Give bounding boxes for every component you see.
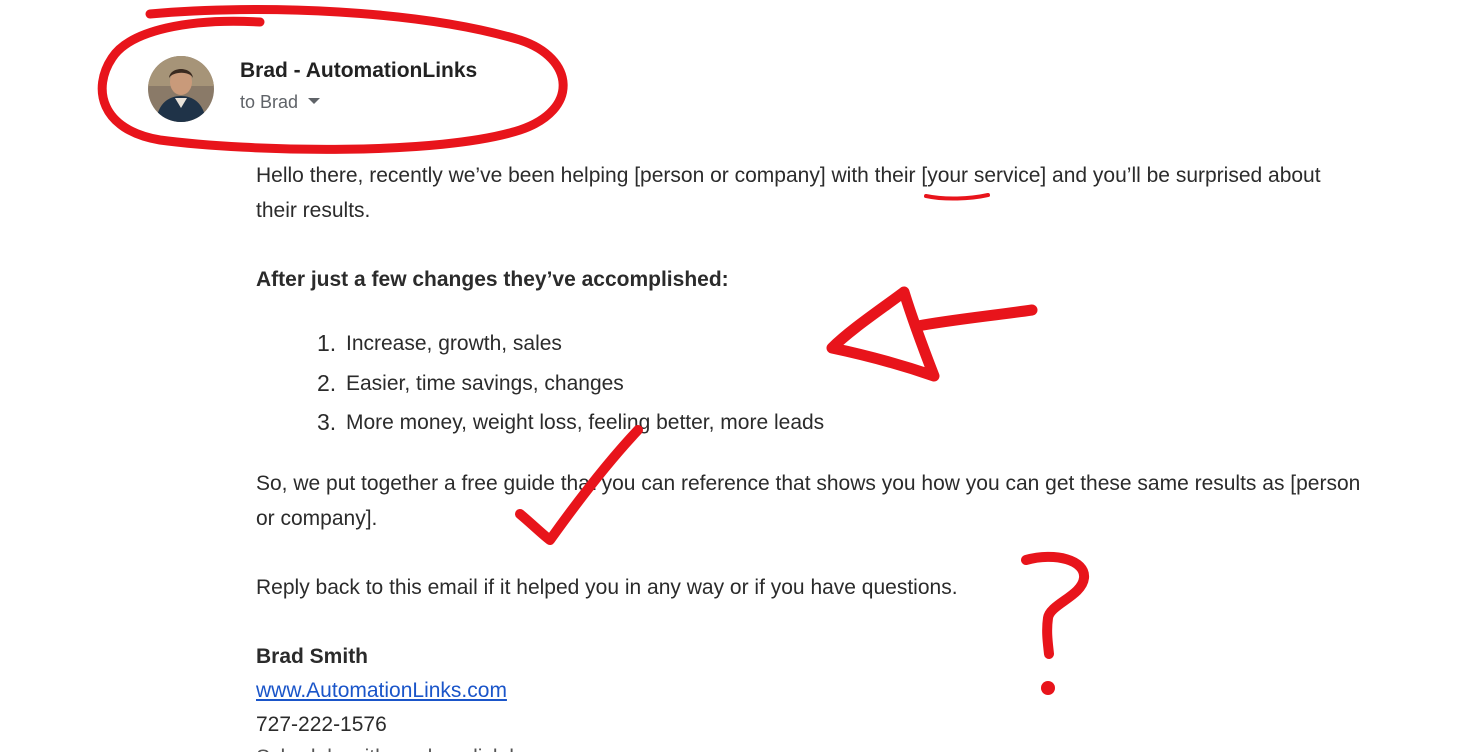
caret-down-icon[interactable] (308, 98, 321, 105)
list-item: 1. Increase, growth, sales (256, 324, 1056, 364)
list-number: 1. (317, 330, 337, 356)
list-item: 2. Easier, time savings, changes (256, 364, 1056, 404)
list-item: 3. More money, weight loss, feeling bett… (256, 403, 1056, 443)
list-text: Easier, time savings, changes (346, 371, 624, 395)
intro-paragraph: Hello there, recently we’ve been helping… (256, 164, 1321, 222)
question-dot-annotation (1041, 681, 1055, 695)
recipient-dropdown[interactable]: to Brad (240, 92, 321, 113)
accomplishments-list: 1. Increase, growth, sales 2. Easier, ti… (256, 324, 1056, 443)
list-text: More money, weight loss, feeling better,… (346, 411, 825, 434)
list-text: Increase, growth, sales (346, 332, 562, 355)
accomplishments-heading: After just a few changes they’ve accompl… (256, 268, 729, 291)
guide-paragraph: So, we put together a free guide that yo… (256, 472, 1361, 530)
avatar-photo (148, 56, 214, 122)
sender-name: Brad - AutomationLinks (240, 59, 478, 82)
recipient-label: to Brad (240, 92, 299, 112)
reply-paragraph: Reply back to this email if it helped yo… (256, 576, 958, 599)
signature-cut-line: Schedule with me hrs click here (256, 741, 551, 752)
email-header: Brad - AutomationLinks to Brad (148, 56, 568, 126)
signature-website-link[interactable]: www.AutomationLinks.com (256, 674, 507, 708)
list-number: 2. (317, 369, 337, 396)
list-number: 3. (317, 409, 337, 435)
signature-name: Brad Smith (256, 645, 369, 668)
sender-avatar[interactable] (148, 56, 214, 122)
signature-phone: 727-222-1576 (256, 713, 387, 736)
